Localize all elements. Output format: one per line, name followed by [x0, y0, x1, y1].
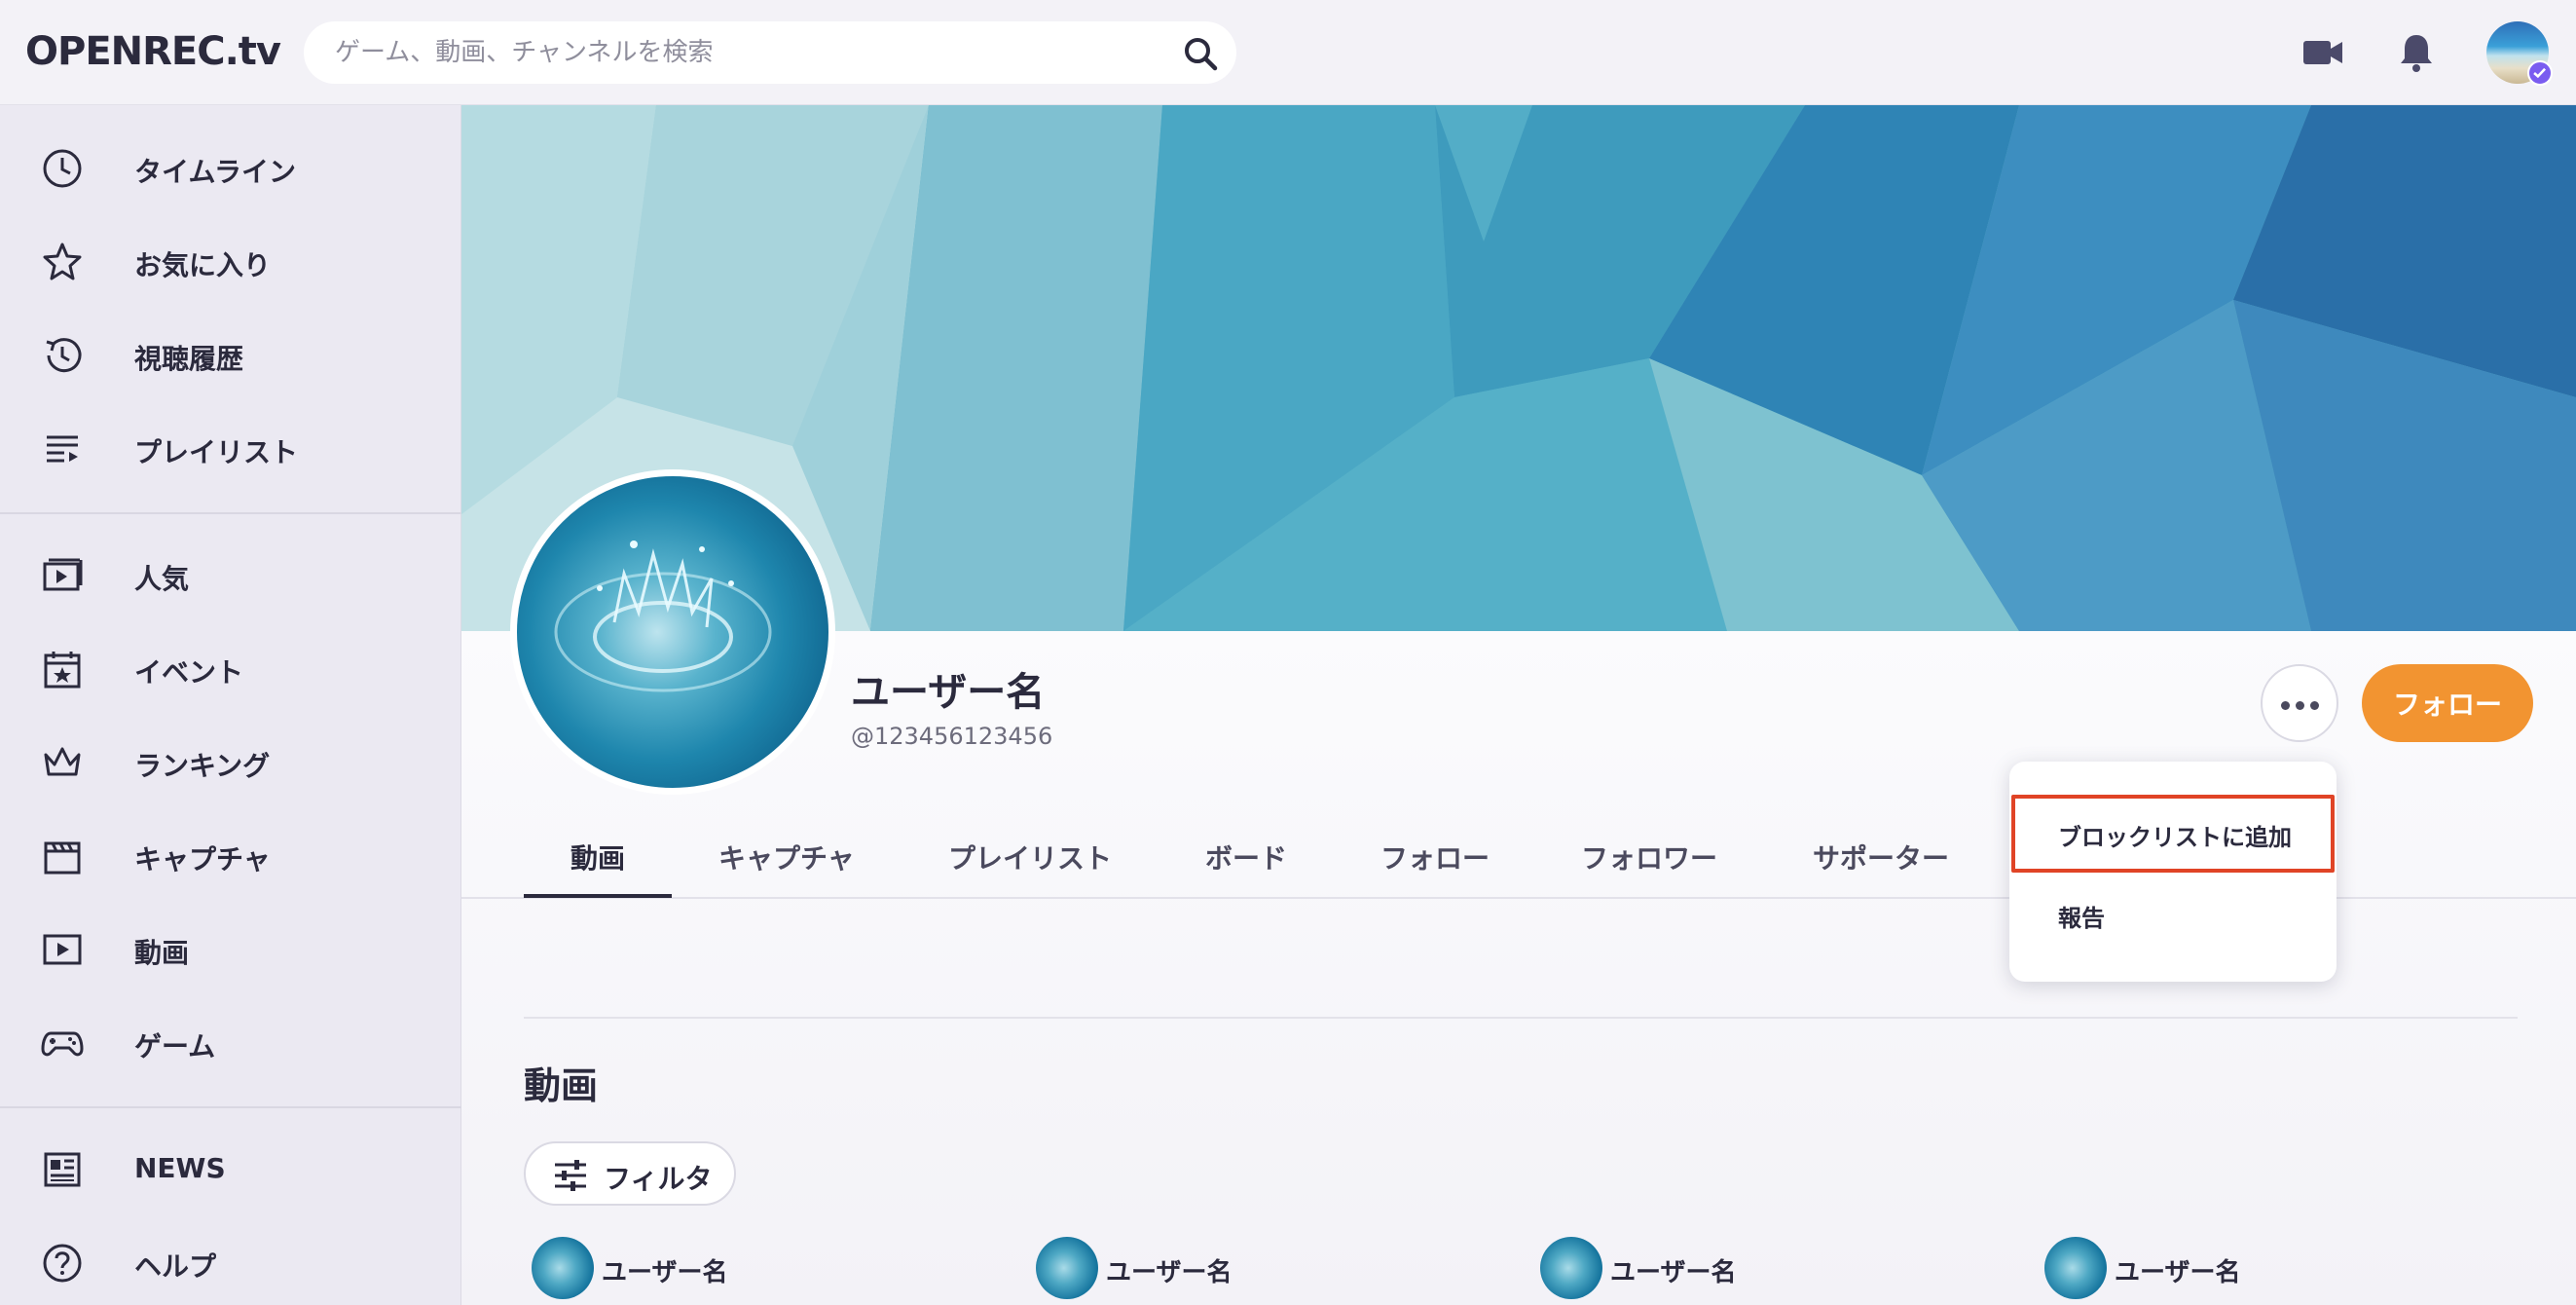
profile-name: ユーザー名 — [851, 670, 1046, 715]
menu-item-add-to-blocklist[interactable]: ブロックリストに追加 — [2011, 795, 2335, 873]
tab-videos[interactable]: 動画 — [570, 838, 625, 876]
sidebar-item-timeline[interactable]: タイムライン — [0, 130, 461, 207]
card-username: ユーザー名 — [1106, 1258, 1233, 1287]
star-icon — [43, 242, 82, 280]
sidebar-item-help[interactable]: ヘルプ — [0, 1224, 461, 1302]
profile-tabs: 動画 キャプチャ プレイリスト ボード フォロー フォロワー サポーター — [524, 820, 2023, 898]
help-icon — [43, 1244, 82, 1283]
sidebar-item-label: ヘルプ — [134, 1250, 217, 1283]
sidebar-item-playlist[interactable]: プレイリスト — [0, 410, 461, 488]
sidebar-item-events[interactable]: イベント — [0, 630, 461, 708]
bell-icon[interactable] — [2393, 29, 2440, 76]
sidebar-item-label: 視聴履歴 — [134, 343, 244, 375]
sidebar: タイムライン お気に入り 視聴履歴 プレイリスト 人気 イベント ランキング キ… — [0, 105, 461, 1305]
card-username: ユーザー名 — [1610, 1258, 1737, 1287]
card-avatar — [1036, 1237, 1098, 1299]
sidebar-item-label: ランキング — [134, 750, 271, 782]
tab-capture[interactable]: キャプチャ — [718, 838, 855, 876]
tab-playlist[interactable]: プレイリスト — [948, 838, 1112, 876]
tab-supporters[interactable]: サポーター — [1813, 838, 1949, 876]
profile-handle: @123456123456 — [851, 723, 1053, 750]
sidebar-item-label: プレイリスト — [134, 436, 299, 468]
clapperboard-icon — [44, 841, 81, 875]
gamepad-icon — [41, 1031, 84, 1057]
sidebar-item-label: 人気 — [134, 563, 190, 595]
news-icon — [44, 1152, 81, 1187]
sidebar-item-games[interactable]: ゲーム — [0, 1004, 461, 1082]
dot-icon — [2310, 701, 2319, 710]
profile-avatar — [510, 469, 835, 795]
crown-icon — [44, 747, 81, 776]
sidebar-item-label: タイムライン — [134, 156, 297, 188]
sidebar-item-label: お気に入り — [134, 249, 272, 281]
sidebar-item-ranking[interactable]: ランキング — [0, 724, 461, 802]
card-username: ユーザー名 — [602, 1258, 728, 1287]
filter-button[interactable]: フィルタ — [524, 1141, 736, 1206]
video-play-icon — [43, 934, 82, 965]
card-username: ユーザー名 — [2115, 1258, 2241, 1287]
card-avatar — [2044, 1237, 2107, 1299]
sidebar-item-label: ゲーム — [134, 1030, 216, 1063]
sidebar-item-label: NEWS — [134, 1152, 226, 1184]
menu-item-report[interactable]: 報告 — [2009, 875, 2337, 952]
menu-item-label: 報告 — [2058, 905, 2105, 932]
verified-badge-icon — [2527, 60, 2553, 86]
card-avatar — [1540, 1237, 1602, 1299]
video-camera-icon[interactable] — [2300, 29, 2346, 76]
active-tab-indicator — [524, 894, 672, 898]
search-bar[interactable] — [304, 21, 1236, 84]
search-icon[interactable] — [1182, 35, 1219, 72]
dot-icon — [2281, 701, 2290, 710]
filter-label: フィルタ — [604, 1163, 713, 1195]
sidebar-item-videos[interactable]: 動画 — [0, 911, 461, 988]
tab-follow[interactable]: フォロー — [1380, 838, 1490, 876]
sidebar-item-history[interactable]: 視聴履歴 — [0, 317, 461, 394]
sidebar-item-capture[interactable]: キャプチャ — [0, 817, 461, 895]
sidebar-item-label: キャプチャ — [134, 843, 271, 876]
search-input[interactable] — [335, 31, 1133, 74]
menu-item-label: ブロックリストに追加 — [2058, 824, 2292, 851]
tab-followers[interactable]: フォロワー — [1581, 838, 1717, 876]
tab-board[interactable]: ボード — [1205, 838, 1287, 876]
logo[interactable]: OPENREC.tv — [25, 29, 281, 74]
popular-icon — [43, 558, 83, 591]
sidebar-item-news[interactable]: NEWS — [0, 1131, 461, 1209]
more-options-button[interactable] — [2261, 664, 2338, 742]
sidebar-item-label: 動画 — [134, 937, 190, 969]
card-avatar — [532, 1237, 594, 1299]
follow-button[interactable]: フォロー — [2362, 664, 2533, 742]
sidebar-divider — [0, 512, 461, 514]
section-divider — [524, 1017, 2518, 1019]
playlist-icon — [47, 435, 78, 463]
history-icon — [46, 338, 82, 373]
filter-sliders-icon — [555, 1160, 586, 1191]
dot-icon — [2296, 701, 2304, 710]
clock-icon — [43, 149, 82, 188]
sidebar-item-label: イベント — [134, 656, 244, 689]
sidebar-divider — [0, 1106, 461, 1108]
more-options-menu: ブロックリストに追加 報告 — [2009, 762, 2337, 982]
sidebar-item-popular[interactable]: 人気 — [0, 537, 461, 615]
calendar-icon — [44, 652, 81, 689]
sidebar-item-favorites[interactable]: お気に入り — [0, 223, 461, 301]
section-title: 動画 — [524, 1064, 599, 1107]
top-header: OPENREC.tv — [0, 0, 2576, 105]
